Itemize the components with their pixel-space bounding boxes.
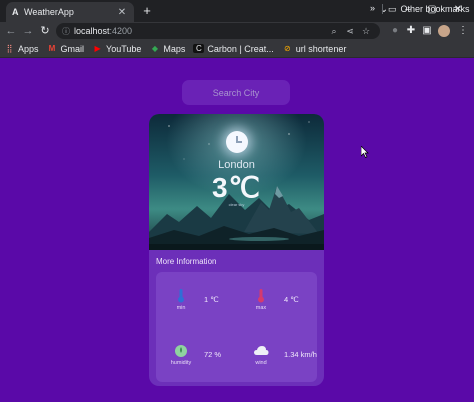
bookmark-label: YouTube — [106, 43, 142, 54]
stat-value: 1.34 km/h — [284, 350, 317, 359]
new-tab-button[interactable]: + — [140, 3, 154, 19]
bookmark-label: url shortener — [295, 43, 347, 54]
share-icon[interactable]: ⋖ — [342, 26, 358, 37]
bookmarks-bar: ⣿ Apps M Gmail ▶ YouTube ◆ Maps C Carbon… — [0, 40, 474, 58]
bookmarks-divider — [382, 4, 383, 14]
humidity-icon — [166, 344, 196, 358]
profile-avatar[interactable] — [438, 25, 450, 37]
mouse-cursor-icon — [361, 146, 369, 158]
back-button[interactable]: ← — [4, 23, 18, 39]
youtube-icon: ▶ — [94, 44, 101, 53]
bookmark-apps[interactable]: ⣿ Apps — [4, 44, 39, 54]
bookmark-carbon[interactable]: C Carbon | Creat... — [193, 43, 274, 54]
bookmark-star-icon[interactable]: ☆ — [358, 26, 374, 37]
bookmark-label: Gmail — [60, 43, 85, 54]
bookmark-maps[interactable]: ◆ Maps — [149, 43, 186, 54]
search-city-input[interactable] — [182, 80, 290, 105]
url-shortener-icon: ⊘ — [283, 44, 291, 53]
address-bar[interactable]: ⓘ localhost :4200 ⌕ ⋖ ☆ — [56, 23, 380, 39]
forward-button[interactable]: → — [21, 23, 35, 39]
other-bookmarks-label: Other bookmarks — [400, 4, 470, 14]
bookmark-youtube[interactable]: ▶ YouTube — [92, 44, 141, 54]
bookmark-gmail[interactable]: M Gmail — [47, 43, 85, 54]
city-name: London — [218, 159, 255, 171]
bookmark-label: Maps — [163, 43, 186, 54]
stat-label: wind — [255, 360, 267, 366]
browser-toolbar: ← → ↻ ⓘ localhost :4200 ⌕ ⋖ ☆ ● ✚ ▣ ⋮ — [0, 22, 474, 40]
url-host: localhost — [74, 26, 110, 36]
stat-label: humidity — [170, 360, 192, 366]
carbon-icon: C — [193, 44, 205, 53]
stat-wind: wind 1.34 km/h — [246, 342, 317, 382]
reload-button[interactable]: ↻ — [38, 23, 52, 39]
folder-icon: ▭ — [388, 3, 397, 14]
maps-icon: ◆ — [151, 44, 158, 53]
stat-label: min — [176, 305, 186, 311]
other-bookmarks-folder[interactable]: ▭ Other bookmarks — [388, 0, 470, 18]
angular-favicon-icon: A — [12, 7, 19, 17]
tab-weatherapp[interactable]: A WeatherApp ✕ — [6, 2, 134, 22]
url-port: :4200 — [109, 26, 133, 36]
close-tab-icon[interactable]: ✕ — [116, 7, 128, 18]
thermometer-high-icon — [246, 289, 276, 303]
extension-icon[interactable]: ● — [388, 23, 402, 39]
stat-label: max — [255, 305, 267, 311]
zoom-icon[interactable]: ⌕ — [326, 26, 342, 37]
menu-kebab-icon[interactable]: ⋮ — [456, 23, 470, 39]
more-information-title: More Information — [156, 257, 217, 266]
thermometer-low-icon — [166, 289, 196, 303]
apps-grid-icon: ⣿ — [6, 44, 13, 53]
clear-night-icon — [226, 131, 248, 153]
more-information-panel: min 1 ℃ max 4 ℃ humidity 72 % wind 1.34 … — [156, 272, 317, 382]
stat-max: max 4 ℃ — [246, 287, 316, 327]
weather-card: London 3℃ clear sky More Information min… — [149, 114, 324, 386]
tab-title: WeatherApp — [24, 7, 74, 17]
stat-humidity: humidity 72 % — [166, 342, 236, 382]
info-icon[interactable]: ⓘ — [62, 26, 74, 37]
side-panel-icon[interactable]: ▣ — [420, 23, 434, 39]
gmail-icon: M — [48, 44, 56, 53]
temperature-value: 3℃ — [211, 172, 262, 203]
stat-value: 4 ℃ — [284, 295, 299, 304]
stat-value: 1 ℃ — [204, 295, 219, 304]
stat-min: min 1 ℃ — [166, 287, 236, 327]
more-bookmarks-chevron-icon[interactable]: » — [370, 3, 375, 13]
bookmark-url-shortener[interactable]: ⊘ url shortener — [282, 43, 347, 54]
extensions-puzzle-icon[interactable]: ✚ — [404, 23, 418, 39]
stat-value: 72 % — [204, 350, 222, 359]
bookmark-label: Apps — [18, 43, 39, 54]
bookmark-label: Carbon | Creat... — [207, 43, 274, 54]
weather-description: clear sky — [228, 202, 245, 207]
wind-cloud-icon — [246, 344, 276, 358]
weather-app-page: London 3℃ clear sky More Information min… — [0, 58, 474, 402]
